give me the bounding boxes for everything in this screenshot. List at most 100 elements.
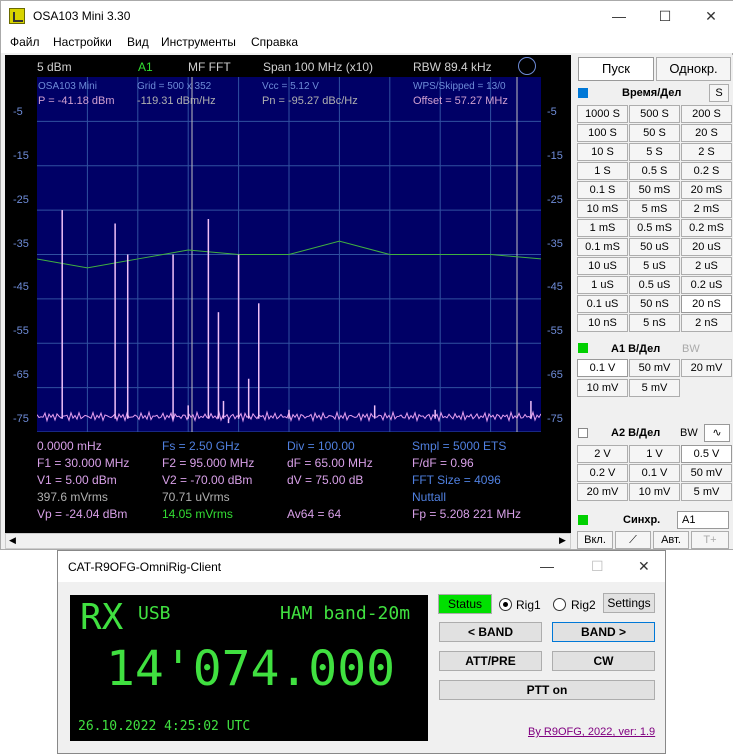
time-blue-indicator[interactable] (578, 88, 588, 98)
rig2-radio[interactable] (553, 598, 566, 611)
settings-button[interactable]: Settings (603, 593, 655, 613)
a2-indicator[interactable] (578, 428, 588, 438)
a2-volt-button[interactable]: 10 mV (629, 483, 680, 501)
time-div-button[interactable]: 10 mS (577, 200, 628, 218)
a1-volt-button[interactable]: 10 mV (577, 379, 628, 397)
time-div-button[interactable]: 5 S (629, 143, 680, 161)
attpre-button[interactable]: ATT/PRE (439, 651, 542, 671)
time-div-button[interactable]: 0.2 mS (681, 219, 732, 237)
a1-volt-button[interactable]: 5 mV (629, 379, 680, 397)
close-button[interactable]: ✕ (688, 1, 733, 31)
menu-settings[interactable]: Настройки (53, 35, 112, 49)
time-div-button[interactable]: 0.2 S (681, 162, 732, 180)
offset-label: Offset = 57.27 MHz (413, 95, 508, 107)
time-div-button[interactable]: 5 mS (629, 200, 680, 218)
menu-file[interactable]: Файл (10, 35, 40, 49)
minimize-button[interactable]: — (596, 1, 642, 31)
time-div-button[interactable]: 0.5 S (629, 162, 680, 180)
time-div-label: Время/Дел (622, 87, 682, 99)
client-maximize-button[interactable]: ☐ (591, 558, 604, 575)
on-button[interactable]: Вкл. (577, 531, 613, 549)
time-div-button[interactable]: 10 uS (577, 257, 628, 275)
tplus-button[interactable]: T+ (691, 531, 729, 549)
a2-volt-button[interactable]: 1 V (629, 445, 680, 463)
a2-volt-button[interactable]: 0.5 V (681, 445, 732, 463)
spectrum-display[interactable]: 5 dBm A1 MF FFT Span 100 MHz (x10) RBW 8… (5, 55, 571, 533)
time-div-button[interactable]: 50 uS (629, 238, 680, 256)
single-button[interactable]: Однокр. (656, 57, 731, 81)
y-tick-label: -75 (547, 412, 563, 425)
vcc-label: Vcc = 5.12 V (262, 81, 319, 92)
maximize-button[interactable]: ☐ (642, 1, 688, 31)
time-div-button[interactable]: 100 S (577, 124, 628, 142)
a2-ac-toggle[interactable]: ∿ (704, 424, 730, 442)
time-div-button[interactable]: 2 mS (681, 200, 732, 218)
time-div-button[interactable]: 1 uS (577, 276, 628, 294)
time-div-button[interactable]: 50 mS (629, 181, 680, 199)
a2-volt-button[interactable]: 2 V (577, 445, 628, 463)
measurement-r4-0: 397.6 mVrms (37, 490, 108, 504)
band-next-button[interactable]: BAND > (552, 622, 655, 642)
time-div-button[interactable]: 1 S (577, 162, 628, 180)
time-div-button[interactable]: 0.5 uS (629, 276, 680, 294)
rx-indicator: RX (80, 597, 124, 638)
spectrum-graph[interactable] (37, 77, 541, 432)
a1-volt-button[interactable]: 0.1 V (577, 359, 628, 377)
time-div-button[interactable]: 1000 S (577, 105, 628, 123)
time-div-button[interactable]: 2 nS (681, 314, 732, 332)
band-prev-button[interactable]: < BAND (439, 622, 542, 642)
time-div-button[interactable]: 20 uS (681, 238, 732, 256)
a2-volt-button[interactable]: 0.1 V (629, 464, 680, 482)
time-div-button[interactable]: 5 nS (629, 314, 680, 332)
time-div-button[interactable]: 10 nS (577, 314, 628, 332)
credit-link[interactable]: By R9OFG, 2022, ver: 1.9 (528, 726, 655, 738)
time-div-button[interactable]: 0.1 mS (577, 238, 628, 256)
time-div-button[interactable]: 500 S (629, 105, 680, 123)
a2-volt-button[interactable]: 20 mV (577, 483, 628, 501)
wps-label: WPS/Skipped = 13/0 (413, 81, 506, 92)
client-close-button[interactable]: ✕ (638, 558, 650, 575)
a1-indicator[interactable] (578, 343, 588, 353)
a1-volt-button[interactable]: 20 mV (681, 359, 732, 377)
menu-tools[interactable]: Инструменты (161, 35, 236, 49)
auto-button[interactable]: Авт. (653, 531, 689, 549)
client-minimize-button[interactable]: — (540, 558, 554, 574)
time-div-button[interactable]: 5 uS (629, 257, 680, 275)
a1-volt-button[interactable]: 50 mV (629, 359, 680, 377)
dial-icon[interactable] (518, 57, 536, 75)
a2-volt-button[interactable]: 5 mV (681, 483, 732, 501)
cw-button[interactable]: CW (552, 651, 655, 671)
time-div-button[interactable]: 0.2 uS (681, 276, 732, 294)
time-div-button[interactable]: 200 S (681, 105, 732, 123)
a2-volt-button[interactable]: 0.2 V (577, 464, 628, 482)
rig1-radio[interactable] (499, 598, 512, 611)
ptt-button[interactable]: PTT on (439, 680, 655, 700)
time-div-button[interactable]: 20 mS (681, 181, 732, 199)
a2-volt-button[interactable]: 50 mV (681, 464, 732, 482)
sync-indicator[interactable] (578, 515, 588, 525)
time-div-button[interactable]: 10 S (577, 143, 628, 161)
y-tick-label: -55 (13, 325, 29, 338)
time-div-button[interactable]: 50 S (629, 124, 680, 142)
measurement-r2-0: F1 = 30.000 MHz (37, 456, 130, 470)
start-button[interactable]: Пуск (578, 57, 654, 81)
scroll-left-icon[interactable]: ◀ (9, 535, 16, 546)
trigger-edge-button[interactable]: ⟋ (615, 531, 651, 549)
time-div-button[interactable]: 2 uS (681, 257, 732, 275)
cat-client-window: CAT-R9OFG-OmniRig-Client — ☐ ✕ RX USB HA… (57, 550, 666, 754)
menu-help[interactable]: Справка (251, 35, 298, 49)
time-div-button[interactable]: 2 S (681, 143, 732, 161)
time-div-button[interactable]: 0.1 S (577, 181, 628, 199)
time-div-button[interactable]: 1 mS (577, 219, 628, 237)
s-button[interactable]: S (709, 84, 729, 102)
time-div-button[interactable]: 0.1 uS (577, 295, 628, 313)
sync-select[interactable]: A1 (677, 511, 729, 529)
horizontal-scrollbar[interactable]: ◀ ▶ (5, 533, 571, 549)
scroll-right-icon[interactable]: ▶ (559, 535, 566, 546)
time-div-button[interactable]: 50 nS (629, 295, 680, 313)
time-div-button[interactable]: 20 nS (681, 295, 732, 313)
time-div-button[interactable]: 20 S (681, 124, 732, 142)
time-div-button[interactable]: 0.5 mS (629, 219, 680, 237)
menu-view[interactable]: Вид (127, 35, 149, 49)
span-label: Span 100 MHz (x10) (263, 60, 374, 74)
